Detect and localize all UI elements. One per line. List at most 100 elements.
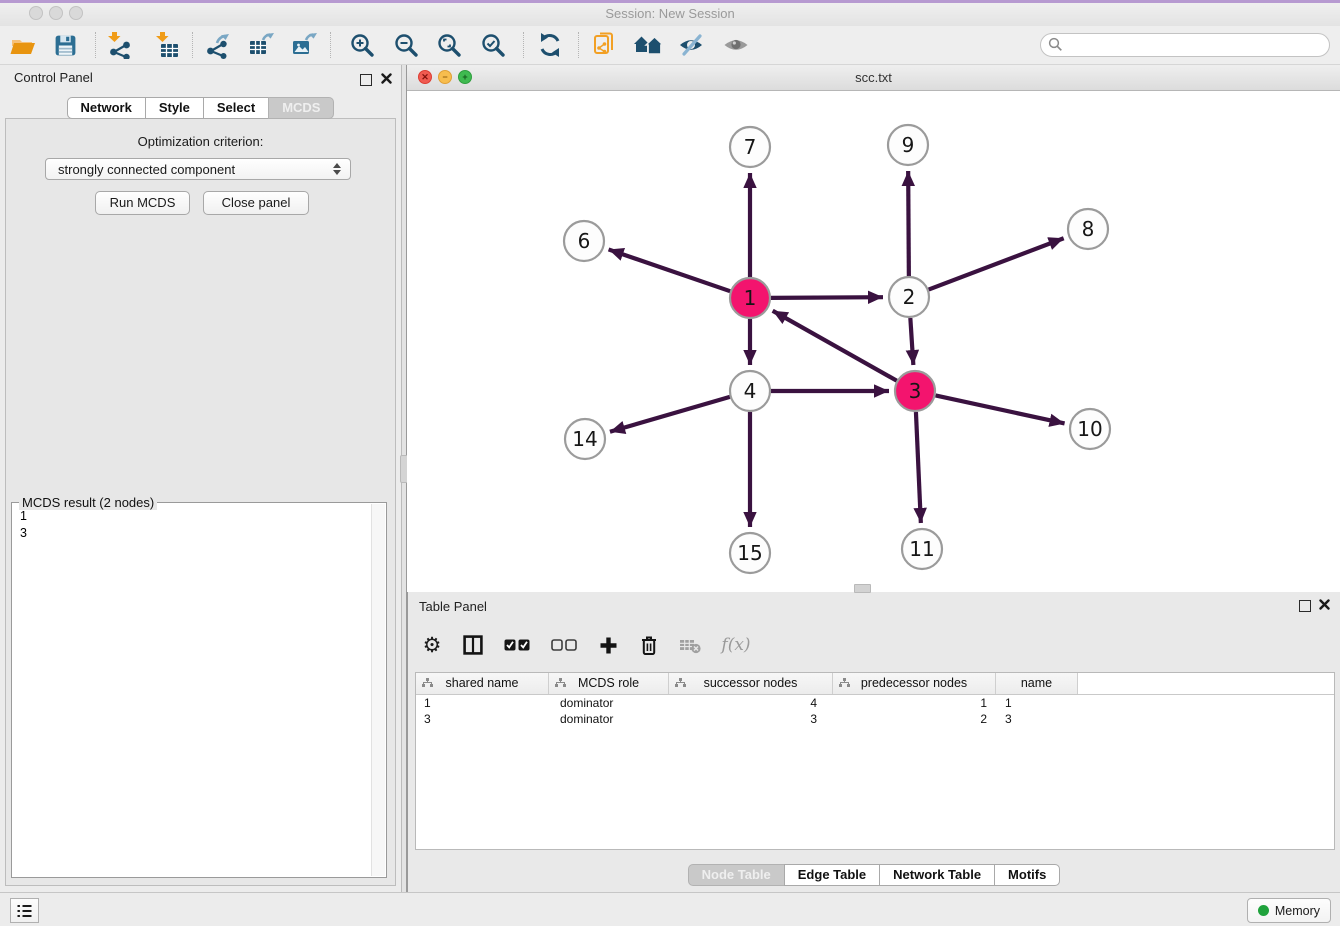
import-network-button[interactable] [101,29,135,61]
import-table-button[interactable] [149,29,183,61]
unchecked-boxes-icon [551,639,577,651]
refresh-button[interactable] [533,29,567,61]
list-icon [16,904,33,918]
main-toolbar [0,26,1340,65]
export-table-button[interactable] [245,29,279,61]
home-button[interactable] [631,29,665,61]
search-input[interactable] [1067,35,1321,55]
table-panel-title: Table Panel [419,599,487,614]
graph-node-4[interactable]: 4 [730,371,770,411]
table-cell: 3 [416,711,549,727]
graph-edge-3-10[interactable] [936,395,1065,423]
checked-boxes-icon [504,639,530,651]
float-panel-icon[interactable] [360,74,372,86]
table-row[interactable]: 3dominator323 [416,711,1334,727]
graph-edge-2-3[interactable] [910,318,913,365]
run-mcds-button[interactable]: Run MCDS [95,191,190,215]
tab-select[interactable]: Select [203,97,269,119]
table-cell: dominator [549,711,669,727]
column-header-successor-nodes[interactable]: successor nodes [669,673,833,694]
network-file-icon [591,31,619,59]
split-view-button[interactable] [461,632,485,658]
criterion-value: strongly connected component [58,162,235,177]
graph-node-10[interactable]: 10 [1070,409,1110,449]
graph-edge-1-2[interactable] [771,297,883,298]
horizontal-splitter-handle[interactable] [854,584,871,593]
table-row[interactable]: 1dominator411 [416,695,1334,711]
tab-network[interactable]: Network [67,97,146,119]
task-history-button[interactable] [10,898,39,923]
graph-edge-2-8[interactable] [929,238,1064,289]
import-network-icon [104,31,132,59]
tab-edge-table[interactable]: Edge Table [784,864,880,886]
export-network-button[interactable] [201,29,235,61]
function-builder-button[interactable]: f(x) [719,632,753,658]
network-graph: 7 9 6 8 1 2 4 3 14 10 15 11 [407,91,1340,592]
graph-edge-4-14[interactable] [610,397,730,432]
column-header-MCDS-role[interactable]: MCDS role [549,673,669,694]
deselect-all-button[interactable] [549,632,579,658]
tab-network-table[interactable]: Network Table [879,864,995,886]
tab-mcds[interactable]: MCDS [268,97,334,119]
graph-node-2[interactable]: 2 [889,277,929,317]
column-header-shared-name[interactable]: shared name [416,673,549,694]
memory-button[interactable]: Memory [1247,898,1331,923]
add-column-button[interactable] [596,632,620,658]
delete-table-button[interactable] [678,632,702,658]
zoom-selected-button[interactable] [476,29,510,61]
export-image-icon [291,31,319,59]
close-panel-icon[interactable] [381,73,392,84]
close-panel-button[interactable]: Close panel [203,191,309,215]
zoom-selected-icon [480,32,507,59]
tab-motifs[interactable]: Motifs [994,864,1060,886]
hide-selected-button[interactable] [674,29,708,61]
save-button[interactable] [48,29,82,61]
node-label: 10 [1077,417,1102,441]
control-panel-tabs: NetworkStyleSelectMCDS [0,97,401,119]
network-canvas[interactable]: 7 9 6 8 1 2 4 3 14 10 15 11 [407,91,1340,592]
graph-node-3[interactable]: 3 [895,371,935,411]
export-image-button[interactable] [288,29,322,61]
tab-node-table[interactable]: Node Table [688,864,785,886]
table-settings-button[interactable]: ⚙ [420,632,444,658]
control-panel: Control Panel NetworkStyleSelectMCDS Opt… [0,65,401,892]
graph-node-6[interactable]: 6 [564,221,604,261]
criterion-dropdown[interactable]: strongly connected component [45,158,351,180]
search-icon [1048,37,1063,52]
table-cell: 4 [669,695,833,711]
graph-edge-1-6[interactable] [609,249,731,291]
graph-node-8[interactable]: 8 [1068,209,1108,249]
column-header-predecessor-nodes[interactable]: predecessor nodes [833,673,996,694]
node-label: 6 [578,229,591,253]
close-table-panel-icon[interactable] [1319,599,1330,610]
delete-column-button[interactable] [637,632,661,658]
graph-node-7[interactable]: 7 [730,127,770,167]
tab-style[interactable]: Style [145,97,204,119]
zoom-out-button[interactable] [389,29,423,61]
graph-node-15[interactable]: 15 [730,533,770,573]
dropdown-arrows-icon [333,163,341,175]
graph-node-14[interactable]: 14 [565,419,605,459]
zoom-in-button[interactable] [345,29,379,61]
node-label: 11 [909,537,934,561]
open-button[interactable] [6,29,40,61]
select-all-button[interactable] [502,632,532,658]
zoom-fit-button[interactable] [432,29,466,61]
graph-edge-3-1[interactable] [773,311,897,381]
network-from-file-button[interactable] [588,29,622,61]
node-table: shared nameMCDS rolesuccessor nodesprede… [415,672,1335,850]
node-label: 8 [1082,217,1095,241]
graph-edge-3-11[interactable] [916,412,921,523]
graph-node-11[interactable]: 11 [902,529,942,569]
graph-node-1[interactable]: 1 [730,278,770,318]
result-scrollbar[interactable] [371,504,385,876]
network-window-titlebar: ✕ − + scc.txt [407,65,1340,91]
table-cell: dominator [549,695,669,711]
graph-edge-2-9[interactable] [908,171,909,276]
show-all-button[interactable] [719,29,753,61]
optimization-criterion-label: Optimization criterion: [6,134,395,149]
graph-node-9[interactable]: 9 [888,125,928,165]
column-header-name[interactable]: name [996,673,1078,694]
save-disk-icon [53,33,78,58]
float-table-panel-icon[interactable] [1299,600,1311,612]
